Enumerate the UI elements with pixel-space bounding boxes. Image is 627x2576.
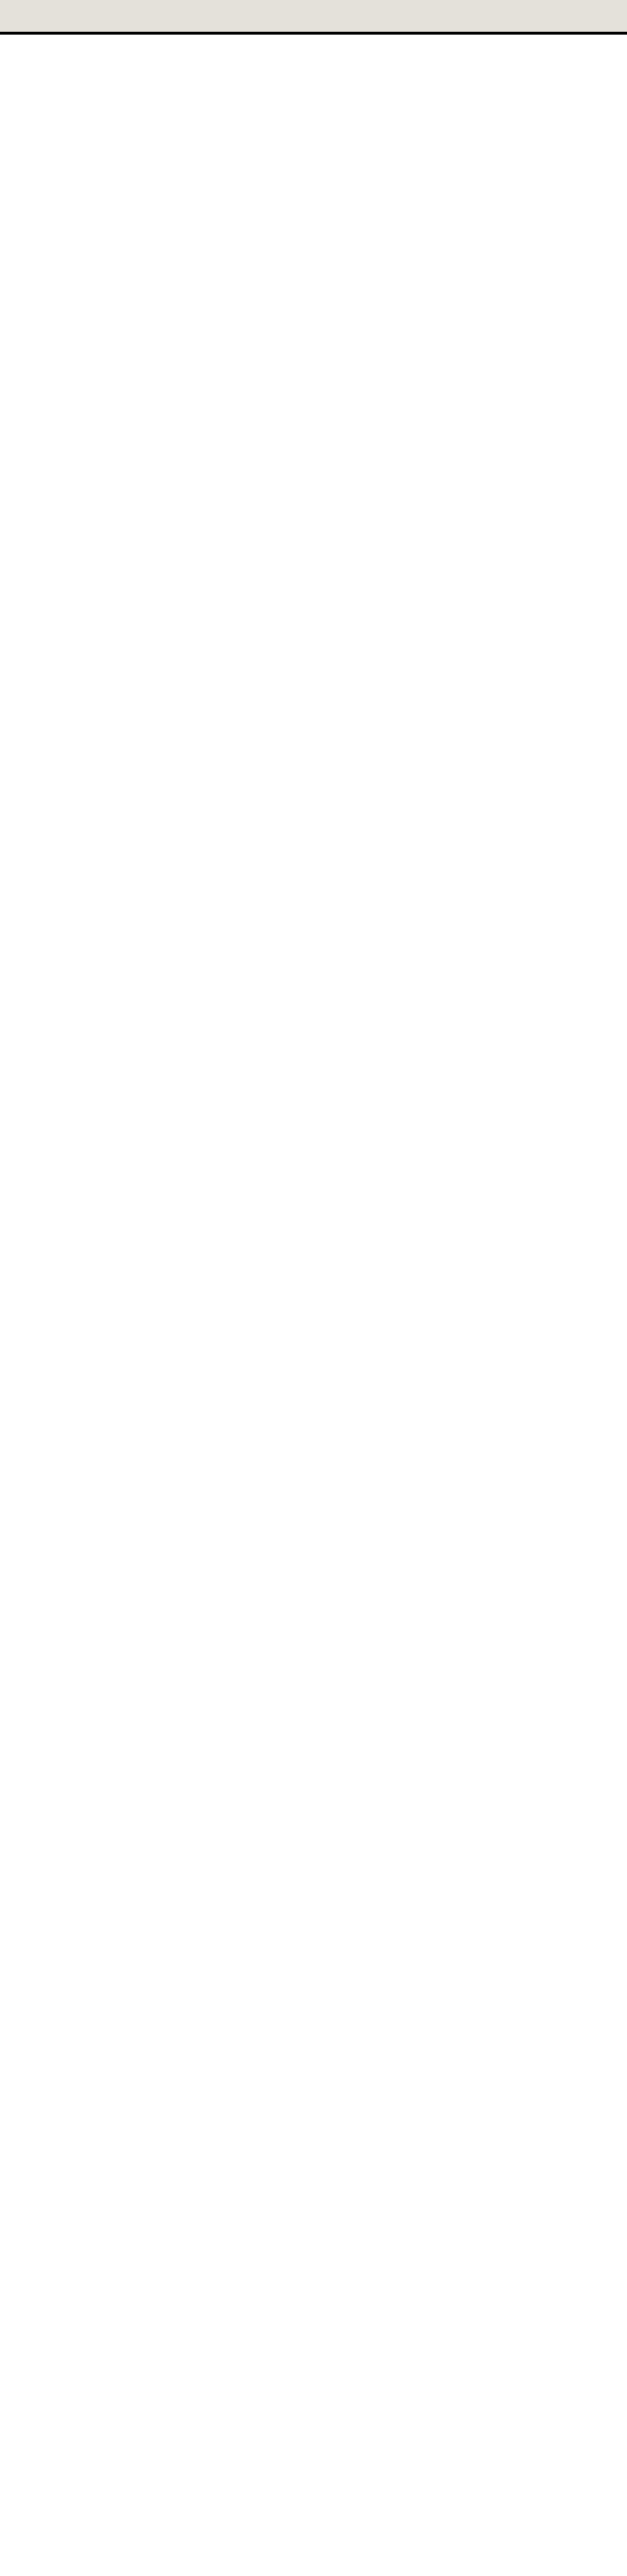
event-header — [0, 0, 627, 32]
trace-frame — [0, 32, 627, 35]
seismogram-review-window — [0, 0, 627, 2576]
